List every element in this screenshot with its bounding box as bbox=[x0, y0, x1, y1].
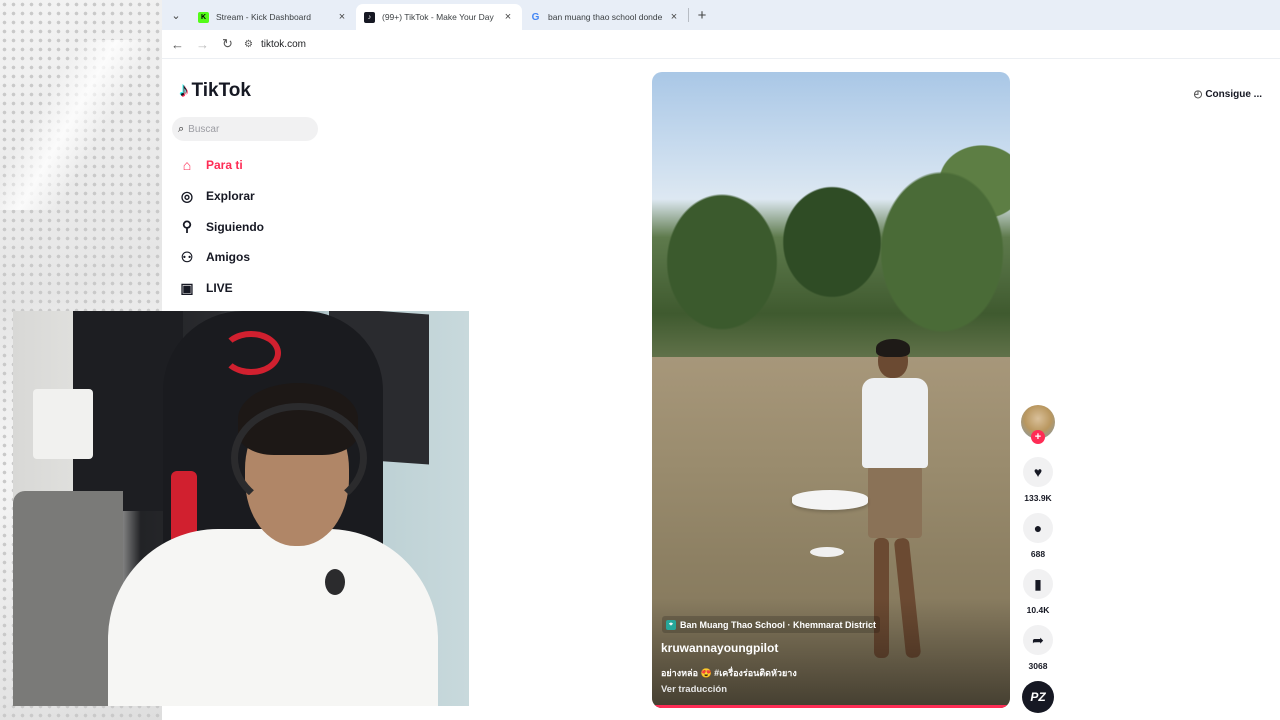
follow-plus-icon[interactable]: + bbox=[1031, 430, 1045, 444]
site-settings-icon[interactable]: ⚙ bbox=[244, 39, 253, 50]
video-glider-tail bbox=[810, 547, 844, 557]
tab-google-search[interactable]: G ban muang thao school donde × bbox=[522, 4, 688, 30]
reload-icon[interactable]: ↻ bbox=[215, 36, 240, 52]
share-arrow-icon[interactable]: ➦ bbox=[1023, 625, 1053, 655]
save-action[interactable]: ▮ 10.4K bbox=[1020, 569, 1056, 615]
location-tag[interactable]: ⌖ Ban Muang Thao School · Khemmarat Dist… bbox=[662, 616, 881, 633]
get-app-label: Consigue ... bbox=[1205, 88, 1262, 100]
kick-favicon-icon: K bbox=[198, 11, 209, 23]
tiktok-note-icon: ♪ bbox=[179, 80, 189, 101]
tab-close-icon[interactable]: × bbox=[336, 11, 348, 23]
tab-title: ban muang thao school donde bbox=[548, 12, 663, 22]
headset-icon bbox=[231, 403, 367, 513]
tiktok-logo[interactable]: ♪ TikTok bbox=[179, 80, 251, 102]
video-player[interactable]: ⌖ Ban Muang Thao School · Khemmarat Dist… bbox=[652, 72, 1010, 708]
comment-action[interactable]: ● 688 bbox=[1020, 513, 1056, 559]
browser-tabstrip: ⌄ K Stream - Kick Dashboard × ♪ (99+) Ti… bbox=[162, 0, 1280, 30]
webcam-overlay bbox=[13, 311, 469, 706]
search-icon: ⌕ bbox=[178, 122, 185, 135]
share-count: 3068 bbox=[1028, 661, 1048, 671]
search-input[interactable] bbox=[188, 123, 299, 135]
video-progress-bar[interactable] bbox=[652, 705, 1010, 708]
like-count: 133.9K bbox=[1024, 493, 1052, 503]
sidebar-item-para-ti[interactable]: ⌂ Para ti bbox=[178, 150, 264, 181]
share-action[interactable]: ➦ 3068 bbox=[1020, 625, 1056, 671]
author-avatar[interactable]: + bbox=[1021, 405, 1055, 447]
sidebar-item-label: Explorar bbox=[206, 189, 255, 204]
tiktok-favicon-icon: ♪ bbox=[364, 11, 375, 23]
search-box[interactable]: ⌕ bbox=[172, 117, 318, 141]
sidebar-item-label: Para ti bbox=[206, 158, 243, 173]
streamer-body bbox=[108, 529, 438, 706]
video-caption: อย่างหล่อ 😍 #เครื่องร่อนติดหัวยาง bbox=[661, 668, 797, 678]
tab-close-icon[interactable]: × bbox=[502, 11, 514, 23]
get-app-button[interactable]: ◴ Consigue ... bbox=[1186, 86, 1270, 102]
video-trees bbox=[652, 142, 1010, 372]
sidebar-item-explorar[interactable]: ◎ Explorar bbox=[178, 181, 264, 212]
see-translation-link[interactable]: Ver traducción bbox=[661, 684, 727, 695]
live-icon: ▣ bbox=[180, 279, 194, 296]
sidebar-item-siguiendo[interactable]: ⚲ Siguiendo bbox=[178, 211, 264, 242]
coin-icon: ◴ bbox=[1193, 88, 1203, 100]
url-text: tiktok.com bbox=[260, 38, 306, 50]
video-author[interactable]: kruwannayoungpilot bbox=[661, 641, 778, 655]
save-count: 10.4K bbox=[1026, 605, 1050, 615]
sidebar-item-label: Amigos bbox=[206, 250, 251, 265]
forward-arrow-icon[interactable]: → bbox=[190, 37, 215, 52]
home-icon: ⌂ bbox=[182, 157, 192, 174]
compass-icon: ◎ bbox=[180, 187, 194, 204]
music-disc-icon[interactable]: PZ bbox=[1022, 681, 1054, 713]
tab-tiktok[interactable]: ♪ (99+) TikTok - Make Your Day × bbox=[356, 4, 522, 30]
browser-toolbar: ← → ↻ ⚙ tiktok.com bbox=[162, 30, 1280, 59]
friends-icon: ⚇ bbox=[180, 248, 194, 265]
google-favicon-icon: G bbox=[531, 11, 540, 23]
sidebar-nav: ⌂ Para ti ◎ Explorar ⚲ Siguiendo ⚇ Amigo… bbox=[178, 150, 264, 303]
address-bar[interactable]: ⚙ tiktok.com bbox=[244, 39, 306, 50]
following-icon: ⚲ bbox=[181, 218, 193, 235]
back-arrow-icon[interactable]: ← bbox=[165, 37, 190, 52]
logo-text: TikTok bbox=[191, 80, 251, 101]
comment-count: 688 bbox=[1030, 549, 1046, 559]
tab-kick-dashboard[interactable]: K Stream - Kick Dashboard × bbox=[190, 4, 356, 30]
comment-icon[interactable]: ● bbox=[1023, 513, 1053, 543]
new-tab-plus-icon[interactable]: + bbox=[689, 7, 715, 24]
heart-icon[interactable]: ♥ bbox=[1023, 457, 1053, 487]
tab-title: (99+) TikTok - Make Your Day bbox=[382, 12, 494, 22]
bookmark-icon[interactable]: ▮ bbox=[1023, 569, 1053, 599]
tab-title: Stream - Kick Dashboard bbox=[216, 12, 311, 22]
action-rail: + ♥ 133.9K ● 688 ▮ 10.4K ➦ 3068 PZ bbox=[1020, 405, 1056, 713]
sidebar-item-amigos[interactable]: ⚇ Amigos bbox=[178, 242, 264, 273]
video-glider bbox=[792, 490, 868, 510]
tab-search-icon[interactable]: ⌄ bbox=[162, 0, 190, 30]
sidebar-item-label: LIVE bbox=[206, 281, 233, 296]
sidebar-item-label: Siguiendo bbox=[206, 219, 264, 234]
like-action[interactable]: ♥ 133.9K bbox=[1020, 457, 1056, 503]
sidebar-item-live[interactable]: ▣ LIVE bbox=[178, 273, 264, 304]
location-pin-icon: ⌖ bbox=[666, 619, 676, 630]
tab-close-icon[interactable]: × bbox=[668, 11, 680, 23]
location-text: Ban Muang Thao School · Khemmarat Distri… bbox=[680, 619, 877, 630]
